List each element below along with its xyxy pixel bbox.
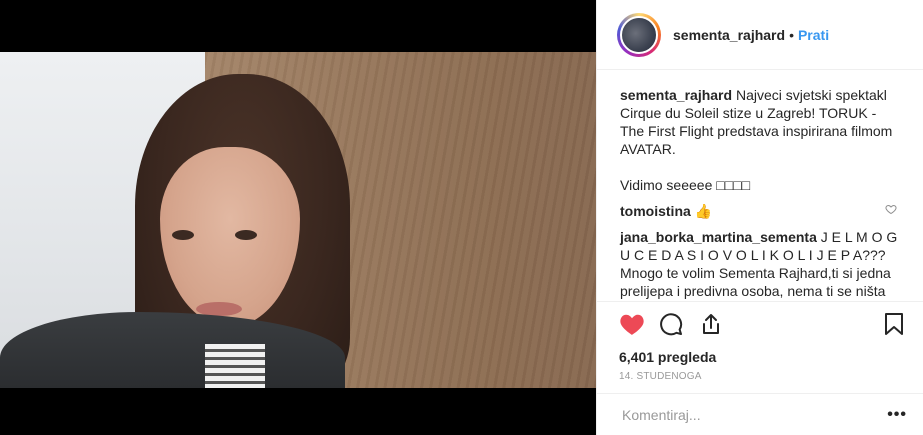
video-player[interactable]	[0, 52, 596, 388]
avatar-story-ring[interactable]	[617, 12, 661, 57]
comment-body: tomoistina 👍	[620, 202, 877, 220]
header-username[interactable]: sementa_rajhard	[673, 27, 785, 43]
comment-text: 👍	[694, 203, 713, 219]
post-header: sementa_rajhard • Prati	[597, 0, 923, 70]
post-sidebar: sementa_rajhard • Prati sementa_rajhard …	[596, 0, 923, 435]
comment-bubble-icon[interactable]	[659, 309, 699, 339]
person-eye-right	[235, 230, 257, 240]
person-eye-left	[172, 230, 194, 240]
bookmark-icon[interactable]	[883, 309, 907, 339]
video-pane[interactable]	[0, 0, 596, 435]
heart-icon[interactable]	[619, 309, 659, 339]
comment-body: jana_borka_martina_sementa J E L M O G U…	[620, 228, 899, 301]
add-comment-bar: •••	[597, 393, 923, 435]
view-count[interactable]: 6,401 pregleda	[597, 346, 923, 368]
post-date[interactable]: 14. STUDENOGA	[597, 371, 923, 389]
comment-input[interactable]	[620, 405, 888, 424]
more-options-icon[interactable]: •••	[887, 406, 907, 424]
person-shirt	[205, 344, 265, 388]
heart-outline-icon[interactable]	[885, 202, 899, 220]
comment-item: jana_borka_martina_sementa J E L M O G U…	[620, 228, 899, 301]
comments-list[interactable]: sementa_rajhard Najveci svjetski spektak…	[597, 70, 923, 302]
avatar[interactable]	[620, 15, 658, 54]
follow-button[interactable]: Prati	[798, 27, 829, 43]
share-icon[interactable]	[699, 309, 739, 339]
header-separator: •	[789, 26, 794, 43]
comment-username[interactable]: tomoistina	[620, 203, 691, 219]
caption: sementa_rajhard Najveci svjetski spektak…	[620, 86, 899, 194]
comment-item: tomoistina 👍	[620, 202, 899, 220]
comment-username[interactable]: jana_borka_martina_sementa	[620, 229, 817, 245]
caption-username[interactable]: sementa_rajhard	[620, 87, 732, 103]
action-bar	[597, 302, 923, 346]
